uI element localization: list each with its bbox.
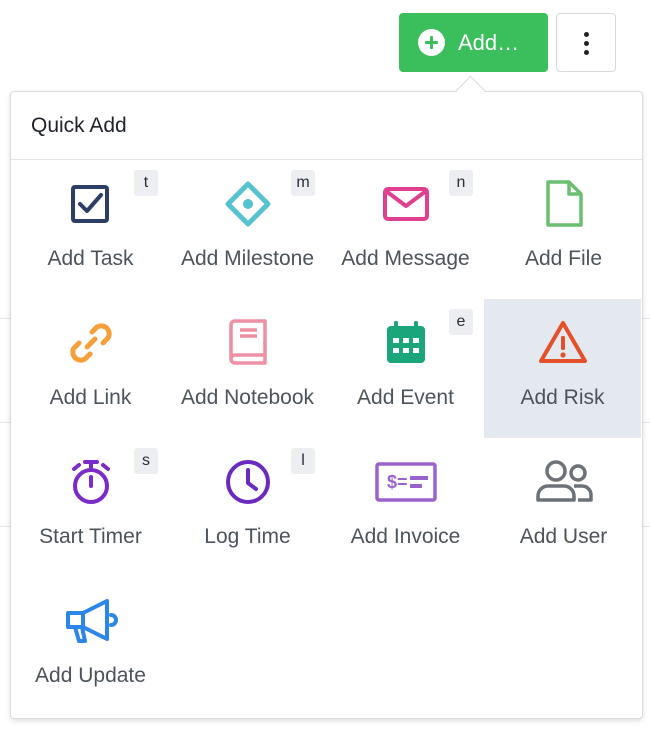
shortcut-badge: t <box>134 170 158 196</box>
quick-add-label: Add Update <box>35 664 146 687</box>
quick-add-task[interactable]: Add Task t <box>12 160 169 299</box>
milestone-diamond-icon <box>222 178 274 230</box>
clock-icon <box>222 456 274 508</box>
quick-add-message[interactable]: Add Message n <box>327 160 484 299</box>
quick-add-label: Add Milestone <box>180 247 315 270</box>
quick-add-start-timer[interactable]: Start Timer s <box>12 438 169 577</box>
quick-add-update[interactable]: Add Update <box>12 577 169 716</box>
invoice-icon: $= <box>374 456 437 508</box>
quick-add-label: Add File <box>524 247 603 270</box>
quick-add-label: Log Time <box>204 525 291 548</box>
shortcut-badge: n <box>449 170 473 196</box>
link-icon <box>65 317 117 369</box>
popover-title: Quick Add <box>31 114 127 137</box>
more-options-button[interactable] <box>556 13 616 72</box>
quick-add-label: Add Message <box>341 247 470 270</box>
notebook-icon <box>222 317 274 369</box>
quick-add-label: Add Risk <box>520 386 605 409</box>
quick-add-file[interactable]: Add File <box>485 160 642 299</box>
svg-text:$=: $= <box>387 472 408 492</box>
shortcut-badge: l <box>291 448 315 474</box>
plus-circle-icon <box>418 29 445 56</box>
quick-add-label: Start Timer <box>39 525 142 548</box>
quick-add-label: Add Invoice <box>350 525 461 548</box>
quick-add-label: Add Event <box>357 386 454 409</box>
quick-add-link[interactable]: Add Link <box>12 299 169 438</box>
quick-add-log-time[interactable]: Log Time l <box>169 438 326 577</box>
shortcut-badge: m <box>291 170 315 196</box>
quick-add-label: Add Link <box>49 386 132 409</box>
quick-add-event[interactable]: Add Event e <box>327 299 484 438</box>
quick-add-user[interactable]: Add User <box>485 438 642 577</box>
envelope-icon <box>380 178 432 230</box>
quick-add-invoice[interactable]: $= Add Invoice <box>327 438 484 577</box>
quick-add-label: Add Task <box>47 247 134 270</box>
checkbox-icon <box>65 178 117 230</box>
quick-add-label: Add User <box>519 525 608 548</box>
warning-triangle-icon <box>537 317 589 369</box>
add-button[interactable]: Add… <box>399 13 548 72</box>
quick-add-notebook[interactable]: Add Notebook <box>169 299 326 438</box>
page: Add… Quick Add Add Task t Add Milestone … <box>0 0 650 736</box>
file-icon <box>538 178 590 230</box>
megaphone-icon <box>65 595 118 647</box>
shortcut-badge: s <box>134 448 158 474</box>
add-button-label: Add… <box>458 29 520 55</box>
quick-add-milestone[interactable]: Add Milestone m <box>169 160 326 299</box>
quick-add-risk[interactable]: Add Risk <box>484 299 641 438</box>
stopwatch-icon <box>65 456 117 508</box>
shortcut-badge: e <box>449 309 473 335</box>
users-icon <box>535 456 593 508</box>
calendar-icon <box>380 317 432 369</box>
quick-add-label: Add Notebook <box>180 386 315 409</box>
quick-add-popover: Quick Add Add Task t Add Milestone m Add… <box>10 91 643 719</box>
